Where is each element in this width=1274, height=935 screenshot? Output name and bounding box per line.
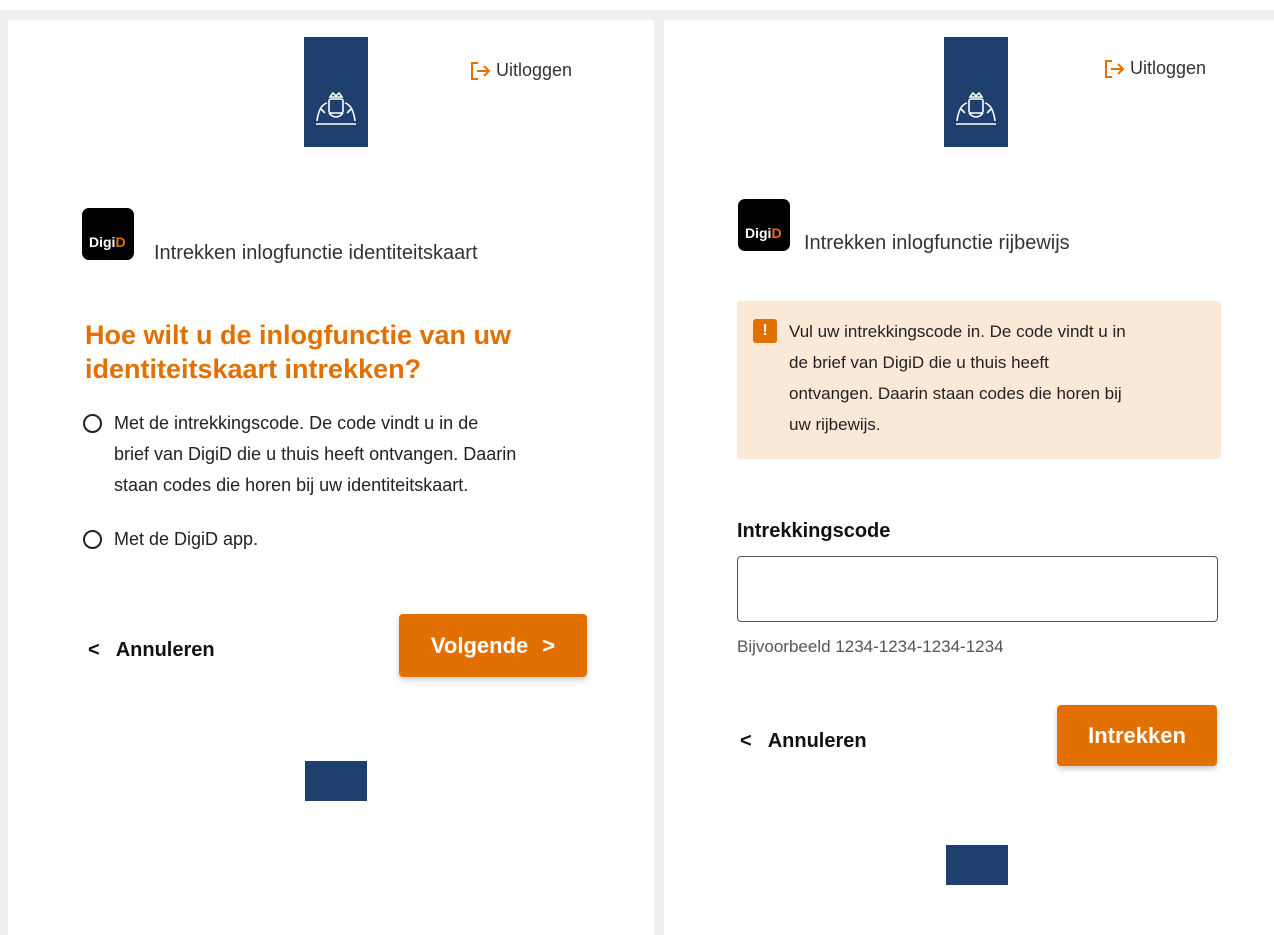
coat-of-arms-icon bbox=[956, 91, 996, 125]
cancel-label: Annuleren bbox=[115, 639, 215, 661]
input-hint: Bijvoorbeeld 1234-1234-1234-1234 bbox=[737, 637, 1004, 656]
alert-message: Vul uw intrekkingscode in. De code vindt… bbox=[789, 316, 1126, 441]
page-title: Hoe wilt u de inlogfunctie van uw identi… bbox=[85, 318, 511, 386]
top-strip bbox=[0, 0, 1274, 10]
alert-text-line: uw rijbewijs. bbox=[789, 415, 881, 434]
intrekkingscode-input[interactable] bbox=[737, 556, 1218, 622]
radio-option-label: Met de DigiD app. bbox=[114, 529, 259, 549]
revoke-label: Intrekken bbox=[1088, 722, 1186, 748]
digid-logo: Digi D bbox=[82, 208, 134, 260]
cancel-label: Annuleren bbox=[767, 730, 867, 752]
logout-label: Uitloggen bbox=[1130, 58, 1207, 78]
chevron-left-icon: < bbox=[88, 639, 100, 661]
logout-link[interactable]: Uitloggen bbox=[1104, 58, 1206, 79]
radio-button[interactable] bbox=[83, 414, 102, 433]
cancel-link[interactable]: < Annuleren bbox=[88, 639, 215, 662]
option-text-line: Met de intrekkingscode. De code vindt u … bbox=[114, 413, 479, 433]
digid-logo-text: Digi bbox=[745, 225, 772, 241]
logout-link[interactable]: Uitloggen bbox=[470, 60, 572, 81]
next-button[interactable]: Volgende > bbox=[399, 614, 587, 677]
revoke-button[interactable]: Intrekken bbox=[1057, 705, 1217, 766]
digid-logo: Digi D bbox=[738, 199, 790, 251]
chevron-right-icon: > bbox=[542, 632, 556, 658]
right-screen: Uitloggen Digi D Intrekken inlogfunctie r… bbox=[664, 20, 1274, 935]
digid-logo-text: Digi bbox=[89, 234, 116, 250]
alert-text-line: Vul uw intrekkingscode in. De code vindt… bbox=[789, 322, 1126, 341]
digid-logo-accent: D bbox=[771, 225, 782, 241]
footer-logo-bar bbox=[305, 761, 367, 801]
alert-text-line: ontvangen. Daarin staan codes die horen … bbox=[789, 384, 1122, 403]
info-alert: ! Vul uw intrekkingscode in. De code vin… bbox=[737, 301, 1221, 459]
intrekkingscode-label: Intrekkingscode bbox=[737, 520, 891, 542]
rijksoverheid-logo bbox=[944, 37, 1008, 147]
option-text-line: brief van DigiD die u thuis heeft ontvan… bbox=[114, 444, 517, 464]
left-screen: Uitloggen Digi D Intrekken inlogfunctie i… bbox=[8, 20, 654, 935]
radio-button[interactable] bbox=[83, 530, 102, 549]
radio-option-digid-app[interactable]: Met de DigiD app. bbox=[83, 524, 258, 555]
footer-logo-bar bbox=[946, 845, 1008, 885]
next-label: Volgende bbox=[430, 632, 529, 658]
logout-icon bbox=[1105, 59, 1125, 78]
rijksoverheid-logo bbox=[304, 37, 368, 147]
page-subtitle: Intrekken inlogfunctie identiteitskaart bbox=[154, 242, 478, 264]
logout-icon bbox=[471, 61, 491, 80]
page-title-line-2: identiteitskaart intrekken? bbox=[85, 354, 422, 384]
coat-of-arms-icon bbox=[316, 91, 356, 125]
radio-option-intrekkingscode[interactable]: Met de intrekkingscode. De code vindt u … bbox=[83, 408, 516, 501]
cancel-link[interactable]: < Annuleren bbox=[740, 730, 867, 753]
option-text-line: staan codes die horen bij uw identiteits… bbox=[114, 475, 469, 495]
radio-option-label: Met de intrekkingscode. De code vindt u … bbox=[114, 408, 516, 501]
chevron-left-icon: < bbox=[740, 730, 752, 752]
logout-label: Uitloggen bbox=[496, 60, 573, 80]
alert-text-line: de brief van DigiD die u thuis heeft bbox=[789, 353, 1049, 372]
warning-icon: ! bbox=[753, 319, 777, 343]
digid-logo-accent: D bbox=[115, 234, 126, 250]
page-title-line-1: Hoe wilt u de inlogfunctie van uw bbox=[85, 320, 512, 350]
page-subtitle: Intrekken inlogfunctie rijbewijs bbox=[804, 232, 1070, 254]
